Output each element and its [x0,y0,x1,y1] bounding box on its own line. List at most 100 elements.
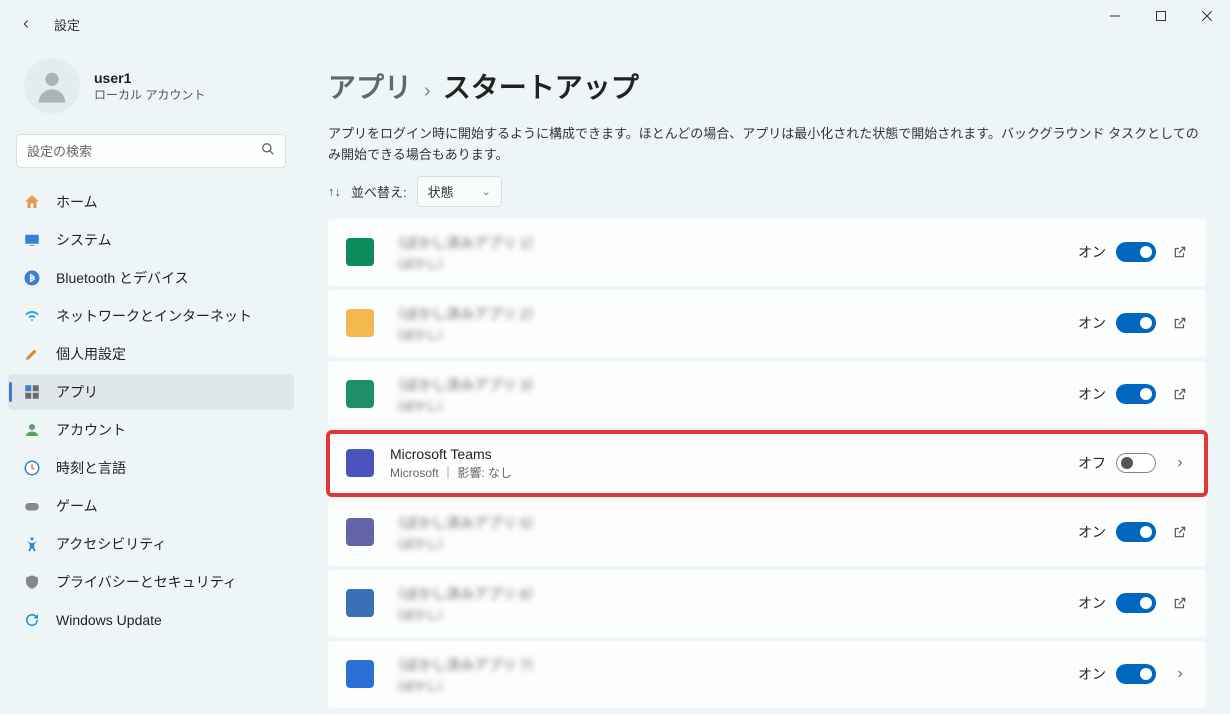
nav-item-home[interactable]: ホーム [8,184,294,220]
personalize-icon [22,344,42,364]
app-icon [346,309,374,337]
startup-toggle[interactable] [1116,242,1156,262]
app-subtitle: Microsoft ｜ 影響: なし [390,464,1078,481]
window-title: 設定 [54,15,80,34]
nav-item-accessibility[interactable]: アクセシビリティ [8,526,294,562]
privacy-icon [22,572,42,592]
external-link-icon[interactable] [1172,386,1188,402]
maximize-button[interactable] [1138,0,1184,32]
nav-item-bluetooth[interactable]: Bluetooth とデバイス [8,260,294,296]
startup-toggle[interactable] [1116,522,1156,542]
user-subtitle: ローカル アカウント [94,86,205,103]
external-link-icon[interactable] [1172,315,1188,331]
toggle-state-label: オン [1078,313,1106,333]
external-link-icon[interactable] [1172,524,1188,540]
startup-toggle[interactable] [1116,593,1156,613]
page-description: アプリをログイン時に開始するように構成できます。ほとんどの場合、アプリは最小化さ… [328,124,1206,166]
home-icon [22,192,42,212]
nav-item-apps[interactable]: アプリ [8,374,294,410]
system-icon [22,230,42,250]
accessibility-icon [22,534,42,554]
toggle-state-label: オン [1078,522,1106,542]
search-input[interactable] [27,144,261,159]
search-box[interactable] [16,134,286,168]
chevron-down-icon: ⌄ [482,185,491,198]
nav-item-label: アカウント [56,420,126,440]
gaming-icon [22,496,42,516]
nav-item-privacy[interactable]: プライバシーとセキュリティ [8,564,294,600]
nav-item-update[interactable]: Windows Update [8,602,294,638]
update-icon [22,610,42,630]
page-title: スタートアップ [443,66,639,106]
nav-item-label: 時刻と言語 [56,458,126,478]
sort-value: 状態 [428,182,454,201]
app-name: （ぼかし済みアプリ 7） [390,655,1078,675]
toggle-state-label: オン [1078,384,1106,404]
startup-toggle[interactable] [1116,313,1156,333]
startup-toggle[interactable] [1116,664,1156,684]
nav-item-personalize[interactable]: 個人用設定 [8,336,294,372]
nav-item-label: ゲーム [56,496,98,516]
app-subtitle: （ぼかし） [390,326,1078,343]
chevron-right-icon[interactable] [1172,666,1188,682]
app-icon [346,518,374,546]
app-row[interactable]: （ぼかし済みアプリ 3） （ぼかし）オン [328,361,1206,428]
app-name: （ぼかし済みアプリ 3） [390,375,1078,395]
app-icon [346,238,374,266]
user-name: user1 [94,70,205,86]
nav-item-network[interactable]: ネットワークとインターネット [8,298,294,334]
nav-item-label: アクセシビリティ [56,534,166,554]
nav-item-account[interactable]: アカウント [8,412,294,448]
app-icon [346,380,374,408]
app-name: （ぼかし済みアプリ 6） [390,584,1078,604]
chevron-right-icon: › [424,80,431,103]
external-link-icon[interactable] [1172,244,1188,260]
nav-item-label: プライバシーとセキュリティ [56,572,237,592]
titlebar: 設定 [0,0,1230,48]
app-icon [346,589,374,617]
content: アプリ › スタートアップ アプリをログイン時に開始するように構成できます。ほと… [300,48,1230,714]
app-row[interactable]: （ぼかし済みアプリ 5）（ぼかし）オン [328,499,1206,566]
app-icon [346,449,374,477]
nav-item-label: 個人用設定 [56,344,126,364]
sort-select[interactable]: 状態 ⌄ [417,176,502,207]
app-name: （ぼかし済みアプリ 5） [390,513,1078,533]
app-row[interactable]: （ぼかし済みアプリ 2）（ぼかし）オン [328,290,1206,357]
nav-item-label: アプリ [56,382,98,402]
nav-item-label: Bluetooth とデバイス [56,268,189,288]
nav-item-time[interactable]: 時刻と言語 [8,450,294,486]
minimize-button[interactable] [1092,0,1138,32]
app-name: Microsoft Teams [390,446,1078,462]
app-subtitle: （ぼかし） [390,606,1078,623]
back-button[interactable] [18,16,34,32]
search-icon [261,142,275,161]
account-icon [22,420,42,440]
app-row[interactable]: （ぼかし済みアプリ 7） （ぼかし）オン [328,641,1206,708]
chevron-right-icon[interactable] [1172,455,1188,471]
app-row[interactable]: Microsoft Teams Microsoft ｜ 影響: なしオフ [328,432,1206,495]
sort-label: 並べ替え: [351,182,407,201]
app-icon [346,660,374,688]
app-subtitle: （ぼかし） [390,397,1078,414]
external-link-icon[interactable] [1172,595,1188,611]
nav-item-label: Windows Update [56,612,162,628]
toggle-state-label: オン [1078,242,1106,262]
startup-toggle[interactable] [1116,384,1156,404]
close-button[interactable] [1184,0,1230,32]
app-row[interactable]: （ぼかし済みアプリ 1）（ぼかし）オン [328,219,1206,286]
app-row[interactable]: （ぼかし済みアプリ 6）（ぼかし）オン [328,570,1206,637]
startup-toggle[interactable] [1116,453,1156,473]
toggle-state-label: オフ [1078,453,1106,473]
sort-icon: ↑↓ [328,184,341,199]
toggle-state-label: オン [1078,664,1106,684]
nav-item-system[interactable]: システム [8,222,294,258]
network-icon [22,306,42,326]
app-subtitle: （ぼかし） [390,255,1078,272]
app-subtitle: （ぼかし） [390,677,1078,694]
breadcrumb: アプリ › スタートアップ [328,60,1206,106]
app-list: （ぼかし済みアプリ 1）（ぼかし）オン（ぼかし済みアプリ 2）（ぼかし）オン（ぼ… [328,219,1206,708]
nav-item-gaming[interactable]: ゲーム [8,488,294,524]
sort-row: ↑↓ 並べ替え: 状態 ⌄ [328,176,1206,207]
user-block[interactable]: user1 ローカル アカウント [2,52,300,130]
breadcrumb-parent[interactable]: アプリ [328,66,412,106]
